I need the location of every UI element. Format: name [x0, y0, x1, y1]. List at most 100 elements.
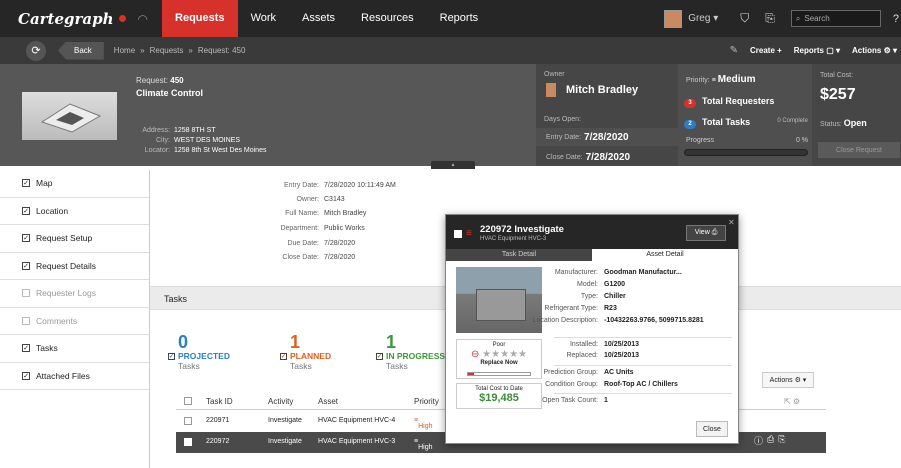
- address-value: 1258 8TH ST: [174, 127, 216, 134]
- export-icon[interactable]: ⇱ ⚙: [784, 397, 800, 406]
- section-sidebar: ✓ Map ✓ Location ✓ Request Setup ✓ Request D…: [0, 170, 150, 468]
- user-menu[interactable]: Greg ▾: [688, 13, 718, 24]
- topbar-right: Greg ▾ ⛉ ⎘ ⌕ Search ?: [664, 0, 901, 37]
- reports-button[interactable]: Reports ▢ ▾: [794, 46, 840, 55]
- crumb-requests[interactable]: Requests: [150, 46, 184, 55]
- breadcrumb: Home » Requests » Request: 450: [114, 46, 246, 55]
- sidebar-item-request-details[interactable]: ✓ Request Details: [0, 253, 149, 280]
- search-icon: ⌕: [795, 13, 801, 23]
- close-request-button[interactable]: Close Request: [818, 142, 900, 158]
- popup-title: 220972 Investigate: [480, 224, 564, 235]
- projected-counter[interactable]: 0 ✓ PROJECTED Tasks: [168, 333, 230, 371]
- owner-label: Owner: [544, 71, 565, 78]
- row-checkbox[interactable]: [184, 438, 192, 446]
- nav-reports[interactable]: Reports: [427, 0, 492, 37]
- sidebar-item-tasks[interactable]: ✓ Tasks: [0, 335, 149, 363]
- priority-panel: Priority: ≡ Medium 3 Total Requesters 2 To…: [678, 64, 812, 166]
- close-date-row: Close Date: 7/28/2020: [546, 151, 631, 163]
- checkbox[interactable]: ✓: [22, 371, 30, 380]
- actions-button[interactable]: Actions ⚙ ▾: [852, 46, 897, 55]
- cost-panel: Total Cost: $257 Status: Open Close Requ…: [812, 64, 901, 166]
- owner-avatar: [546, 83, 556, 97]
- sidebar-item-map[interactable]: ✓ Map: [0, 170, 149, 198]
- nav-requests[interactable]: Requests: [162, 0, 238, 37]
- view-button[interactable]: View ⎙: [686, 225, 726, 241]
- checkbox[interactable]: ✓: [22, 206, 30, 215]
- help-icon[interactable]: ?: [893, 13, 899, 25]
- planned-counter[interactable]: 1 ✓ PLANNED Tasks: [280, 333, 331, 371]
- total-tasks[interactable]: 2 Total Tasks 0 Complete: [684, 117, 808, 129]
- checkbox[interactable]: ✓: [22, 234, 30, 243]
- close-icon[interactable]: ✕: [728, 218, 735, 227]
- create-button[interactable]: Create +: [750, 46, 782, 55]
- field-location-description: Location Description: -10432263.9766, 509…: [532, 317, 704, 324]
- toolbar-actions: ✎ Create + Reports ▢ ▾ Actions ⚙ ▾: [730, 37, 897, 64]
- field-refrigerant: Refrigerant Type: R23: [544, 305, 617, 312]
- checkbox[interactable]: ✓: [168, 352, 175, 360]
- checkbox[interactable]: ✓: [22, 179, 30, 188]
- col-activity[interactable]: Activity: [268, 397, 293, 406]
- popup-checkbox[interactable]: [454, 230, 462, 238]
- checkbox[interactable]: ✓: [376, 352, 383, 360]
- sidebar-item-requester-logs[interactable]: Requester Logs: [0, 280, 149, 308]
- checkbox[interactable]: ✓: [22, 261, 30, 270]
- row-checkbox[interactable]: [184, 417, 192, 425]
- progress-bar: [684, 149, 808, 156]
- nav-assets[interactable]: Assets: [289, 0, 348, 37]
- file-icon[interactable]: ⎘: [778, 434, 785, 447]
- checkbox[interactable]: [22, 289, 30, 298]
- cartegraph-logo[interactable]: Cartegraph ◠: [18, 10, 148, 28]
- tab-task-detail[interactable]: Task Detail: [446, 249, 592, 261]
- close-button[interactable]: Close: [696, 421, 728, 437]
- field-manufacturer: Manufacturer: Goodman Manufactur...: [554, 269, 682, 276]
- col-priority[interactable]: Priority: [414, 397, 439, 406]
- user-avatar[interactable]: [664, 9, 683, 28]
- sidebar-item-comments[interactable]: Comments: [0, 308, 149, 335]
- search-input[interactable]: ⌕ Search: [790, 10, 881, 27]
- owner-name[interactable]: Mitch Bradley: [546, 83, 638, 97]
- back-button[interactable]: Back: [58, 41, 104, 60]
- collapse-header-toggle[interactable]: ▲: [431, 161, 475, 169]
- divider: [554, 365, 732, 366]
- checkbox[interactable]: [22, 316, 30, 325]
- checkbox[interactable]: ✓: [280, 352, 287, 360]
- sidebar-item-location[interactable]: ✓ Location: [0, 198, 149, 225]
- tab-asset-detail[interactable]: Asset Detail: [592, 249, 738, 261]
- total-cost-value: $257: [820, 86, 856, 103]
- nav-resources[interactable]: Resources: [348, 0, 427, 37]
- address-block: Address: 1258 8TH ST City: WEST DES MOINES…: [122, 126, 266, 156]
- col-task-id[interactable]: Task ID: [206, 397, 233, 406]
- request-title: Climate Control: [136, 88, 204, 98]
- detail-row: Owner: C3143: [296, 196, 345, 203]
- detail-row: Department: Public Works: [280, 225, 365, 232]
- popup-tabs: Task Detail Asset Detail: [446, 249, 738, 261]
- detail-row: Close Date: 7/28/2020: [282, 254, 356, 261]
- divider: [554, 337, 732, 338]
- sidebar-item-request-setup[interactable]: ✓ Request Setup: [0, 225, 149, 253]
- request-photo[interactable]: [22, 92, 117, 140]
- priority[interactable]: Priority: ≡ Medium: [686, 74, 756, 85]
- col-asset[interactable]: Asset: [318, 397, 338, 406]
- popup-subtitle: HVAC Equipment HVC-3: [480, 236, 547, 242]
- field-replaced: Replaced: 10/25/2013: [566, 352, 640, 359]
- request-number: Request: 450: [136, 76, 184, 85]
- checkbox[interactable]: ✓: [22, 344, 30, 353]
- detail-row: Full Name: Mitch Bradley: [285, 210, 367, 217]
- city-value: WEST DES MOINES: [174, 137, 240, 144]
- total-requesters[interactable]: 3 Total Requesters: [684, 96, 774, 108]
- in-progress-counter[interactable]: 1 ✓ IN PROGRESS Tasks: [376, 333, 445, 371]
- detail-row: Entry Date: 7/28/2020 10:11:49 AM: [283, 182, 396, 189]
- crumb-home[interactable]: Home: [114, 46, 135, 55]
- nav-work[interactable]: Work: [238, 0, 289, 37]
- sidebar-item-attached-files[interactable]: ✓ Attached Files: [0, 363, 149, 390]
- refresh-icon[interactable]: ⟳: [26, 40, 46, 61]
- shield-icon[interactable]: ⛉: [740, 11, 749, 26]
- notes-icon[interactable]: ⎘: [765, 11, 775, 26]
- select-all-checkbox[interactable]: [184, 397, 192, 405]
- detail-row: Due Date: 7/28/2020: [287, 240, 356, 247]
- tasks-actions-button[interactable]: Actions ⚙ ▾: [762, 372, 814, 388]
- open-icon[interactable]: ⎙: [767, 434, 774, 447]
- edit-icon[interactable]: ✎: [730, 45, 738, 56]
- info-icon[interactable]: ⓘ: [754, 434, 763, 447]
- top-navigation-bar: Cartegraph ◠ Requests Work Assets Resourc…: [0, 0, 901, 37]
